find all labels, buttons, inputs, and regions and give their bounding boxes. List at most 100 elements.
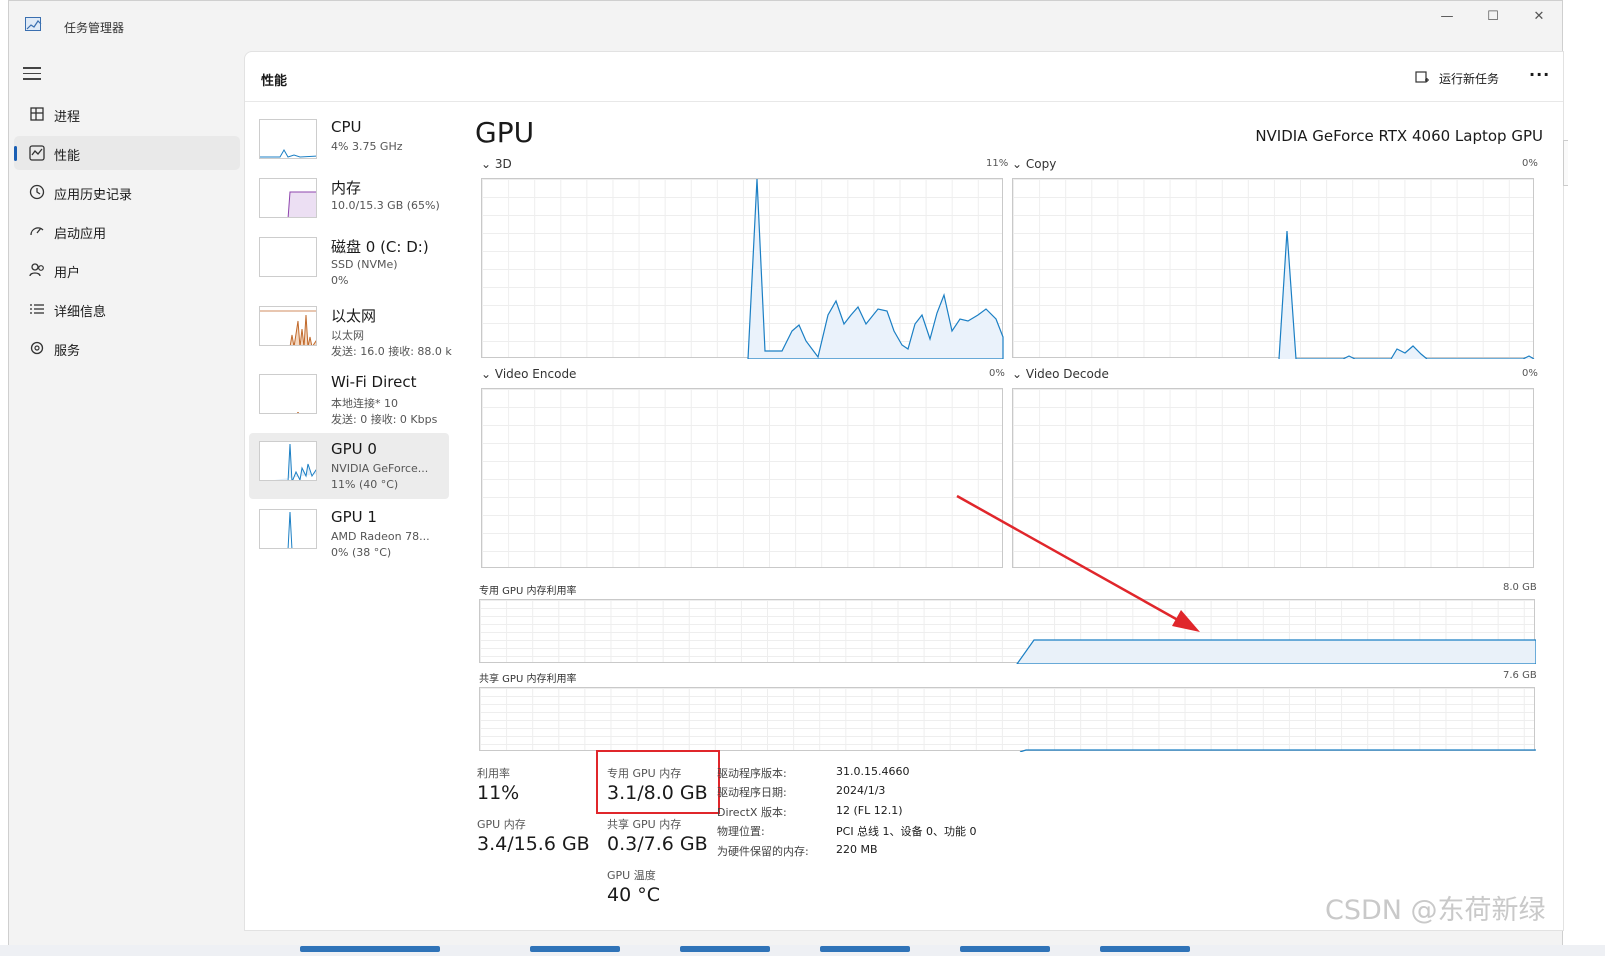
- device-name: Wi-Fi Direct: [331, 373, 417, 391]
- graph-video-decode: [1012, 388, 1534, 568]
- directx-version-value: 12 (FL 12.1): [836, 804, 903, 817]
- task-manager-window: 任务管理器 — ☐ ✕ 进程 性能 应用历史记录 启动应用 用户 详细信息 服务…: [8, 0, 1564, 956]
- driver-version-label: 驱动程序版本:: [717, 767, 787, 780]
- dedicated-memory-max: 8.0 GB: [1503, 582, 1537, 593]
- engine-dropdown-copy[interactable]: ⌄ Copy: [1012, 157, 1056, 171]
- device-detail: 发送: 16.0 接收: 88.0 k: [331, 345, 452, 358]
- engine-dropdown-video-decode[interactable]: ⌄ Video Decode: [1012, 367, 1109, 381]
- minimize-icon[interactable]: —: [1432, 7, 1462, 27]
- background-window-edge: [1563, 140, 1568, 186]
- taskbar-item[interactable]: [960, 946, 1050, 952]
- driver-date-value: 2024/1/3: [836, 784, 886, 797]
- gpu-heading: GPU: [475, 116, 535, 149]
- shared-memory-stat-value: 0.3/7.6 GB: [607, 833, 708, 855]
- taskbar-item[interactable]: [530, 946, 620, 952]
- device-item-memory[interactable]: 内存 10.0/15.3 GB (65%): [249, 170, 449, 236]
- shared-memory-max: 7.6 GB: [1503, 670, 1537, 681]
- navigation-pane: 进程 性能 应用历史记录 启动应用 用户 详细信息 服务 设置: [9, 51, 245, 956]
- processes-icon: [30, 107, 44, 121]
- details-icon: [30, 304, 44, 314]
- utilization-value: 11%: [477, 782, 520, 804]
- driver-date-label: 驱动程序日期:: [717, 786, 787, 799]
- gpu-model-name: NVIDIA GeForce RTX 4060 Laptop GPU: [1255, 127, 1543, 145]
- memory-thumbnail-graph: [259, 178, 317, 218]
- driver-version-value: 31.0.15.4660: [836, 765, 910, 778]
- utilization-label: 利用率: [477, 767, 510, 780]
- nav-item-services[interactable]: 服务: [14, 331, 240, 365]
- hamburger-menu-icon[interactable]: [23, 67, 41, 81]
- title-bar: 任务管理器 — ☐ ✕: [9, 1, 1562, 51]
- dedicated-memory-stat-value: 3.1/8.0 GB: [607, 782, 708, 804]
- device-detail: 以太网: [331, 329, 364, 342]
- app-history-icon: [29, 184, 45, 200]
- page-title: 性能: [261, 74, 288, 89]
- nav-label: 详细信息: [54, 305, 107, 320]
- dedicated-memory-stat-label: 专用 GPU 内存: [607, 767, 682, 780]
- engine-percent: 0%: [1522, 368, 1538, 379]
- engine-percent: 0%: [989, 368, 1005, 379]
- nav-item-startup[interactable]: 启动应用: [14, 214, 240, 248]
- device-name: 磁盘 0 (C: D:): [331, 238, 429, 256]
- nav-item-performance[interactable]: 性能: [14, 136, 240, 170]
- maximize-icon[interactable]: ☐: [1478, 7, 1508, 27]
- engine-dropdown-video-encode[interactable]: ⌄ Video Encode: [481, 367, 576, 381]
- window-title: 任务管理器: [64, 21, 125, 35]
- engine-label: 3D: [494, 157, 512, 171]
- startup-icon: [30, 227, 44, 236]
- taskbar-strip: [0, 945, 1605, 956]
- nav-item-app-history[interactable]: 应用历史记录: [14, 175, 240, 209]
- run-task-icon: [1415, 71, 1429, 83]
- engine-percent: 11%: [986, 158, 1009, 169]
- engine-dropdown-3d[interactable]: ⌄ 3D: [481, 157, 512, 171]
- watermark: CSDN @东荷新绿: [1325, 895, 1546, 926]
- reserved-memory-value: 220 MB: [836, 843, 878, 856]
- main-panel: 性能 运行新任务 ··· CPU 4% 3.75 GHz 内存 10.0/15.…: [244, 51, 1564, 931]
- device-name: GPU 1: [331, 508, 377, 526]
- taskbar-item[interactable]: [1100, 946, 1190, 952]
- users-icon: [29, 263, 44, 277]
- device-detail: 10.0/15.3 GB (65%): [331, 199, 440, 212]
- disk-thumbnail-graph: [259, 237, 317, 277]
- nav-label: 应用历史记录: [54, 188, 133, 203]
- taskbar-item[interactable]: [820, 946, 910, 952]
- gpu-memory-value: 3.4/15.6 GB: [477, 833, 590, 855]
- close-icon[interactable]: ✕: [1524, 7, 1554, 27]
- graph-dedicated-memory: [479, 599, 1536, 664]
- nav-label: 服务: [54, 344, 81, 359]
- nav-item-processes[interactable]: 进程: [14, 97, 240, 131]
- gpu-memory-label: GPU 内存: [477, 818, 526, 831]
- more-options-icon[interactable]: ···: [1529, 65, 1550, 84]
- nav-item-users[interactable]: 用户: [14, 253, 240, 287]
- directx-version-label: DirectX 版本:: [717, 806, 787, 819]
- gpu0-thumbnail-graph: [259, 441, 317, 481]
- device-item-cpu[interactable]: CPU 4% 3.75 GHz: [249, 111, 449, 177]
- nav-label: 进程: [54, 110, 81, 125]
- nav-label: 启动应用: [54, 227, 107, 242]
- ethernet-thumbnail-graph: [259, 306, 317, 346]
- graph-video-encode: [481, 388, 1003, 568]
- nav-label: 用户: [54, 266, 81, 281]
- engine-label: Copy: [1025, 157, 1057, 171]
- device-item-ethernet[interactable]: 以太网 以太网 发送: 16.0 接收: 88.0 k: [249, 298, 452, 364]
- nav-item-details[interactable]: 详细信息: [14, 292, 240, 326]
- device-item-gpu1[interactable]: GPU 1 AMD Radeon 78... 0% (38 °C): [249, 501, 449, 567]
- device-detail: 0% (38 °C): [331, 546, 392, 559]
- gpu-temperature-label: GPU 温度: [607, 869, 656, 882]
- device-item-wifi-direct[interactable]: Wi-Fi Direct 本地连接* 10 发送: 0 接收: 0 Kbps: [249, 366, 449, 432]
- gpu1-thumbnail-graph: [259, 509, 317, 549]
- device-item-disk[interactable]: 磁盘 0 (C: D:) SSD (NVMe) 0%: [249, 229, 449, 295]
- nav-label: 性能: [54, 149, 81, 164]
- graph-shared-memory: [479, 687, 1536, 752]
- page-header: 性能 运行新任务 ···: [245, 52, 1563, 102]
- taskbar-item[interactable]: [680, 946, 770, 952]
- wifi-direct-thumbnail-graph: [259, 374, 317, 414]
- device-name: CPU: [331, 118, 362, 136]
- performance-icon: [29, 145, 45, 161]
- device-item-gpu0[interactable]: GPU 0 NVIDIA GeForce... 11% (40 °C): [249, 433, 449, 499]
- shared-memory-label: 共享 GPU 内存利用率: [479, 674, 577, 685]
- graph-copy: [1012, 178, 1535, 359]
- engine-percent: 0%: [1522, 158, 1538, 169]
- taskbar-item[interactable]: [300, 946, 440, 952]
- services-icon: [30, 341, 44, 355]
- dedicated-memory-label: 专用 GPU 内存利用率: [479, 586, 577, 597]
